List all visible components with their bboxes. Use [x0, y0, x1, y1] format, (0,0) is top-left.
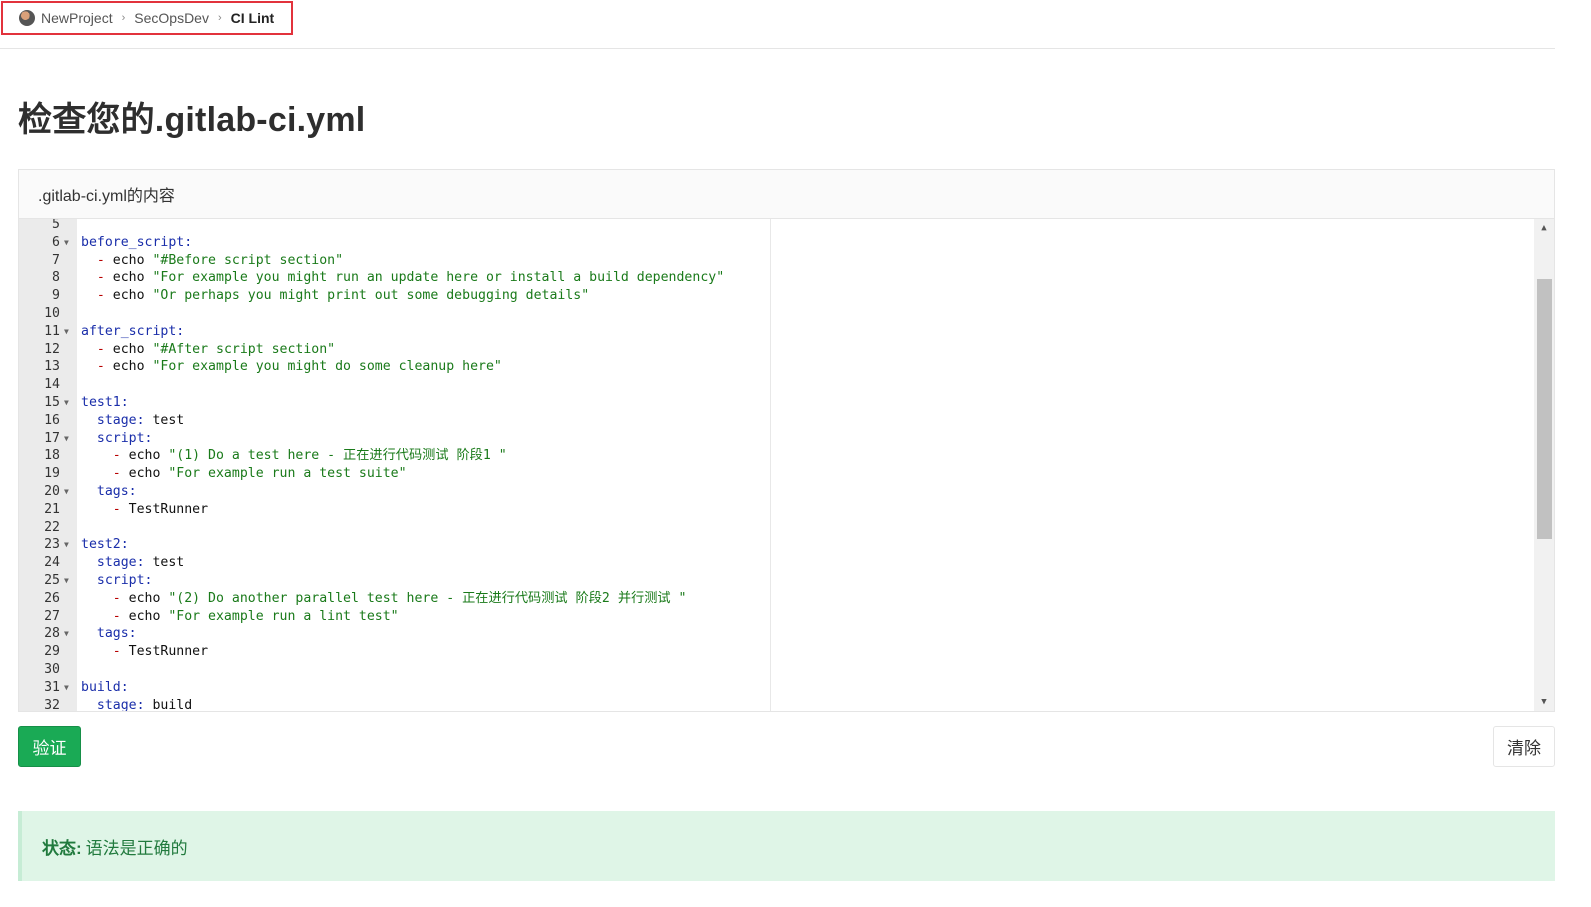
yaml-content-panel: .gitlab-ci.yml的内容 5 6 ▼ 7 8 9 10 11 ▼ 12 13 14 15 ▼ 16… [18, 169, 1555, 712]
line-number: 30 [44, 662, 60, 677]
line-number: 10 [44, 306, 60, 321]
chevron-right-icon: › [217, 12, 222, 24]
line-number: 25 [44, 573, 60, 588]
line-number: 7 [52, 252, 60, 268]
line-number-gutter: 5 6 ▼ 7 8 9 10 11 ▼ 12 13 14 15 ▼ 16 17 ▼ 18 19 20 ▼ 21 22 23 ▼ 2… [19, 219, 77, 711]
code-line: - echo "For example run a lint test" [112, 608, 399, 624]
breadcrumb-bar: NewProject › SecOpsDev › CI Lint [0, 0, 1555, 49]
fold-arrow-icon[interactable]: ▼ [64, 234, 74, 252]
code-line: script: [96, 430, 153, 446]
print-margin [770, 219, 771, 711]
line-number: 20 [44, 484, 60, 499]
code-line: stage: build [96, 697, 193, 711]
scroll-down-icon[interactable]: ▼ [1534, 693, 1554, 711]
line-number: 15 [44, 395, 60, 410]
project-avatar[interactable] [19, 10, 35, 26]
vertical-scrollbar[interactable]: ▲ ▼ [1534, 219, 1554, 711]
scroll-thumb[interactable] [1537, 279, 1552, 539]
code-line: build: [81, 679, 129, 695]
code-line: tags: [96, 484, 137, 499]
page-title: 检查您的.gitlab-ci.yml [18, 101, 366, 139]
scroll-up-icon[interactable]: ▲ [1534, 219, 1554, 237]
status-alert: 状态: 语法是正确的 [18, 811, 1555, 881]
line-number: 26 [44, 590, 60, 606]
fold-arrow-icon[interactable]: ▼ [64, 483, 74, 501]
line-number: 27 [44, 608, 60, 624]
breadcrumb-item-current[interactable]: CI Lint [231, 10, 275, 26]
line-number: 21 [44, 501, 60, 517]
line-number: 16 [44, 412, 60, 428]
fold-arrow-icon[interactable]: ▼ [64, 394, 74, 412]
line-number: 24 [44, 555, 60, 571]
breadcrumb: NewProject › SecOpsDev › CI Lint [1, 1, 293, 35]
line-number: 11 [44, 323, 60, 339]
line-number: 12 [44, 341, 60, 357]
code-line: - echo "For example you might do some cl… [96, 359, 502, 375]
code-editor[interactable]: 5 6 ▼ 7 8 9 10 11 ▼ 12 13 14 15 ▼ 16 17 ▼ 18 19 20 ▼ 21 22 23 ▼ 2… [19, 219, 1554, 711]
fold-arrow-icon[interactable]: ▼ [64, 572, 74, 590]
code-line: tags: [96, 626, 137, 642]
line-number: 32 [44, 697, 60, 711]
line-number: 6 [52, 234, 60, 250]
fold-arrow-icon[interactable]: ▼ [64, 536, 74, 554]
line-number: 23 [44, 537, 60, 553]
status-label: 状态: [42, 838, 82, 858]
code-line: - echo "Or perhaps you might print out s… [96, 288, 590, 304]
code-line: - echo "For example you might run an upd… [96, 270, 725, 286]
fold-arrow-icon[interactable]: ▼ [64, 679, 74, 697]
fold-arrow-icon[interactable]: ▼ [64, 430, 74, 448]
code-line: - echo "(2) Do another parallel test her… [112, 590, 687, 606]
code-line: after_script: [81, 323, 185, 339]
line-number: 5 [52, 219, 60, 232]
line-number: 28 [44, 626, 60, 642]
line-number: 17 [44, 430, 60, 446]
code-line: before_script: [81, 234, 193, 250]
status-message: 语法是正确的 [85, 838, 188, 858]
code-line: - echo "#Before script section" [96, 252, 344, 268]
validate-button[interactable]: 验证 [18, 726, 81, 767]
line-number: 9 [52, 288, 60, 304]
line-number: 19 [44, 466, 60, 482]
line-number: 18 [44, 448, 60, 464]
code-line: - echo "For example run a test suite" [112, 466, 407, 482]
fold-arrow-icon[interactable]: ▼ [64, 323, 74, 341]
line-number: 13 [44, 359, 60, 375]
panel-header: .gitlab-ci.yml的内容 [19, 170, 1554, 219]
code-line: stage: test [96, 412, 185, 428]
code-line: test1: [81, 395, 129, 410]
line-number: 29 [44, 644, 60, 660]
code-line: - echo "#After script section" [96, 341, 336, 357]
code-line: test2: [81, 537, 129, 553]
clear-button[interactable]: 清除 [1493, 726, 1555, 767]
line-number: 8 [52, 270, 60, 286]
code-line: stage: test [96, 555, 185, 571]
line-number: 31 [44, 679, 60, 695]
code-area[interactable]: before_script: - echo "#Before script se… [77, 219, 1534, 711]
code-line: script: [96, 573, 153, 588]
breadcrumb-item-group[interactable]: SecOpsDev [134, 10, 209, 26]
line-number: 14 [44, 377, 60, 393]
chevron-right-icon: › [121, 12, 126, 24]
line-number: 22 [44, 519, 60, 535]
breadcrumb-item-project[interactable]: NewProject [41, 10, 113, 26]
fold-arrow-icon[interactable]: ▼ [64, 625, 74, 643]
code-line: - echo "(1) Do a test here - 正在进行代码测试 阶段… [112, 448, 507, 464]
code-line: - TestRunner [112, 501, 209, 517]
code-line: - TestRunner [112, 644, 209, 660]
